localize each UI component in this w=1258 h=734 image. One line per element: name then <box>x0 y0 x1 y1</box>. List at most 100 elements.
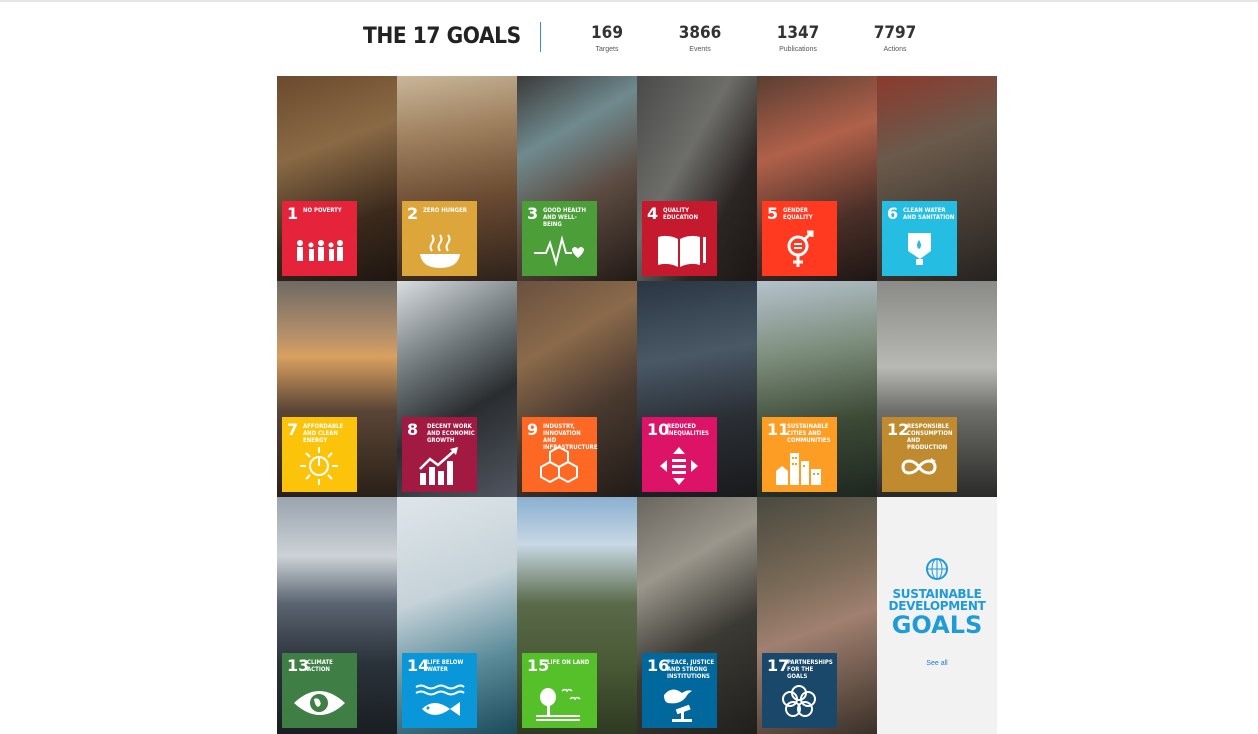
stat-actions: 7797 Actions <box>855 22 935 53</box>
goal-name: Partnerships for the Goals <box>787 659 833 680</box>
goal-badge-14[interactable]: 14 Life Below Water <box>402 653 477 728</box>
stat-targets: 169 Targets <box>567 22 647 53</box>
gender-icon <box>787 230 814 267</box>
goal-number: 9 <box>527 420 539 439</box>
goal-badge-6[interactable]: 6 Clean Water and Sanitation <box>882 201 957 276</box>
goal-name: Decent Work and Economic Growth <box>427 423 475 444</box>
goal-number: 3 <box>527 204 539 223</box>
growth-chart-icon <box>419 447 458 485</box>
goal-tile-8[interactable]: 8 Decent Work and Economic Growth <box>397 281 517 497</box>
goal-tile-5[interactable]: 5 Gender Equality <box>757 76 877 281</box>
goal-tile-17[interactable]: 17 Partnerships for the Goals <box>757 497 877 734</box>
goal-badge-17[interactable]: 17 Partnerships for the Goals <box>762 653 837 728</box>
stat-label: Events <box>689 46 711 53</box>
book-icon <box>658 235 706 267</box>
power-sun-icon <box>300 447 338 485</box>
goal-number: 12 <box>887 420 910 439</box>
header-divider <box>540 22 541 52</box>
eye-globe-icon <box>294 691 345 715</box>
goal-tile-4[interactable]: 4 Quality Education <box>637 76 757 281</box>
goal-name: Quality Education <box>663 207 699 221</box>
stat-label: Targets <box>595 46 619 53</box>
sdg-logo: SUSTAINABLE DEVELOPMENT GOALS <box>877 557 997 637</box>
goal-name: Zero Hunger <box>423 207 467 214</box>
cubes-icon <box>540 445 578 484</box>
goal-badge-16[interactable]: 16 Peace, Justice and Strong Institution… <box>642 653 717 728</box>
goal-tile-13[interactable]: 13 Climate Action <box>277 497 397 734</box>
infinity-icon <box>901 458 937 475</box>
goal-number: 4 <box>647 204 659 223</box>
goal-number: 14 <box>407 656 430 675</box>
goal-number: 2 <box>407 204 419 223</box>
goals-header: THE 17 GOALS 169 Targets 3866 Events 134… <box>0 0 1258 76</box>
bowl-icon <box>420 234 460 268</box>
goal-number: 13 <box>287 656 310 675</box>
goal-tile-6[interactable]: 6 Clean Water and Sanitation <box>877 76 997 281</box>
goal-name: Life Below Water <box>427 659 464 673</box>
stat-value: 169 <box>591 23 623 43</box>
goal-number: 11 <box>767 420 790 439</box>
goal-number: 15 <box>527 656 550 675</box>
goal-tile-1[interactable]: 1 No Poverty <box>277 76 397 281</box>
goal-badge-12[interactable]: 12 Responsible Consumption and Productio… <box>882 417 957 492</box>
goal-badge-10[interactable]: 10 Reduced Inequalities <box>642 417 717 492</box>
goal-badge-4[interactable]: 4 Quality Education <box>642 201 717 276</box>
goal-number: 17 <box>767 656 790 675</box>
heartbeat-icon <box>534 235 584 267</box>
stat-label: Publications <box>779 46 817 53</box>
goal-name: Gender Equality <box>783 207 813 221</box>
goal-tile-16[interactable]: 16 Peace, Justice and Strong Institution… <box>637 497 757 734</box>
goal-badge-13[interactable]: 13 Climate Action <box>282 653 357 728</box>
goal-badge-8[interactable]: 8 Decent Work and Economic Growth <box>402 417 477 492</box>
goal-badge-11[interactable]: 11 Sustainable Cities and Communities <box>762 417 837 492</box>
goal-tile-3[interactable]: 3 Good Health and Well-Being <box>517 76 637 281</box>
goal-badge-7[interactable]: 7 Affordable and Clean Energy <box>282 417 357 492</box>
goal-name: Climate Action <box>307 659 333 673</box>
goal-name: Reduced Inequalities <box>667 423 709 437</box>
goal-badge-2[interactable]: 2 Zero Hunger <box>402 201 477 276</box>
fish-icon <box>415 684 465 716</box>
goal-number: 1 <box>287 204 299 223</box>
stat-events: 3866 Events <box>660 22 740 53</box>
goal-number: 7 <box>287 420 299 439</box>
goal-tile-7[interactable]: 7 Affordable and Clean Energy <box>277 281 397 497</box>
buildings-icon <box>776 453 821 485</box>
water-drop-icon <box>908 233 931 265</box>
goal-name: No Poverty <box>303 207 342 214</box>
goal-badge-3[interactable]: 3 Good Health and Well-Being <box>522 201 597 276</box>
sdg-logo-line3: GOALS <box>891 611 983 639</box>
page-title: THE 17 GOALS <box>363 24 521 49</box>
stat-value: 7797 <box>873 23 917 43</box>
goal-number: 5 <box>767 204 779 223</box>
dove-gavel-icon <box>664 689 692 722</box>
goals-grid: 1 No Poverty 2 Zero Hunger 3 Good H <box>277 76 997 734</box>
see-all-link[interactable]: See all <box>877 660 997 667</box>
goal-badge-1[interactable]: 1 No Poverty <box>282 201 357 276</box>
goal-name: Peace, Justice and Strong Institutions <box>667 659 715 680</box>
goal-tile-12[interactable]: 12 Responsible Consumption and Productio… <box>877 281 997 497</box>
goal-name: Life on Land <box>547 659 590 666</box>
goal-tile-11[interactable]: 11 Sustainable Cities and Communities <box>757 281 877 497</box>
goal-badge-9[interactable]: 9 Industry, Innovation and Infrastructur… <box>522 417 598 492</box>
goal-tile-10[interactable]: 10 Reduced Inequalities <box>637 281 757 497</box>
tree-birds-icon <box>536 688 581 721</box>
stat-value: 3866 <box>678 23 722 43</box>
sdg-logo-tile: SUSTAINABLE DEVELOPMENT GOALS See all <box>877 497 997 734</box>
goal-number: 8 <box>407 420 419 439</box>
stat-value: 1347 <box>776 23 820 43</box>
goal-name: Good Health and Well-Being <box>543 207 586 228</box>
rings-icon <box>782 685 816 717</box>
goal-tile-9[interactable]: 9 Industry, Innovation and Infrastructur… <box>517 281 637 497</box>
goal-name: Sustainable Cities and Communities <box>787 423 831 444</box>
goal-name: Affordable and Clean Energy <box>303 423 344 444</box>
un-emblem-icon <box>926 558 948 580</box>
goal-number: 10 <box>647 420 670 439</box>
goal-tile-2[interactable]: 2 Zero Hunger <box>397 76 517 281</box>
goal-tile-14[interactable]: 14 Life Below Water <box>397 497 517 734</box>
goal-number: 16 <box>647 656 670 675</box>
goal-name: Clean Water and Sanitation <box>903 207 955 221</box>
goal-badge-5[interactable]: 5 Gender Equality <box>762 201 837 276</box>
goal-tile-15[interactable]: 15 Life on Land <box>517 497 637 734</box>
equality-arrows-icon <box>660 447 698 485</box>
goal-badge-15[interactable]: 15 Life on Land <box>522 653 597 728</box>
